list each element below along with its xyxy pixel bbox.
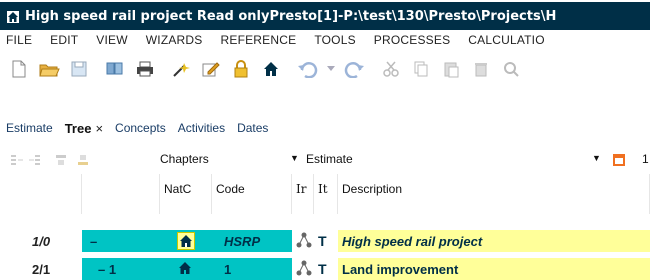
menu-reference[interactable]: REFERENCE (221, 33, 297, 47)
menu-edit[interactable]: EDIT (50, 33, 78, 47)
row-number: 2/1 (32, 261, 51, 277)
app-house-icon (6, 9, 20, 23)
row-natc (160, 258, 212, 280)
number-column-header (0, 174, 82, 214)
row-level: – 1 (82, 258, 160, 280)
menu-tools[interactable]: TOOLS (314, 33, 355, 47)
print-icon[interactable] (134, 58, 156, 80)
row-code: 1 (212, 258, 292, 280)
menu-bar: FILE EDIT VIEW WIZARDS REFERENCE TOOLS P… (0, 30, 650, 50)
it-column-header[interactable]: It (314, 174, 338, 214)
chapters-filter[interactable]: Chapters (160, 152, 209, 166)
house-icon (177, 232, 195, 250)
menu-calculations[interactable]: CALCULATIO (468, 33, 544, 47)
copy-icon[interactable] (410, 58, 432, 80)
level-down-icon[interactable] (76, 153, 90, 167)
expand-levels-icon[interactable] (10, 153, 24, 167)
row-it: T (318, 261, 327, 277)
cut-icon[interactable] (380, 58, 402, 80)
ir-column-header[interactable]: Ir (292, 174, 314, 214)
row-it: T (318, 233, 327, 249)
dropdown-arrow-icon[interactable] (326, 58, 336, 80)
house-icon[interactable] (260, 58, 282, 80)
table-row[interactable]: 2/1 – 1 1 T Land improvement (0, 258, 650, 280)
new-document-icon[interactable] (8, 58, 30, 80)
row-natc (160, 230, 212, 252)
tab-tree-label: Tree (64, 120, 92, 136)
row-code: HSRP (212, 230, 292, 252)
tab-dates[interactable]: Dates (237, 121, 268, 135)
chevron-down-icon[interactable]: ▼ (290, 153, 299, 163)
save-icon[interactable] (68, 58, 90, 80)
table-row[interactable]: 1/0 – HSRP T High speed rail project (0, 230, 650, 252)
title-bar: High speed rail project Read onlyPresto[… (0, 0, 650, 30)
filter-fragment: 1 (642, 152, 649, 166)
row-ir (292, 258, 314, 280)
copy-window-icon[interactable] (104, 58, 126, 80)
calendar-icon[interactable] (612, 153, 626, 167)
view-tabs: Estimate Tree × Concepts Activities Dates (0, 118, 650, 138)
tab-estimate[interactable]: Estimate (6, 121, 53, 135)
tab-tree[interactable]: Tree × (65, 121, 103, 136)
level-column-header (82, 174, 160, 214)
level-up-icon[interactable] (54, 153, 68, 167)
tab-activities[interactable]: Activities (178, 121, 225, 135)
row-number: 1/0 (32, 233, 51, 249)
delete-icon[interactable] (470, 58, 492, 80)
wizard-icon[interactable] (170, 58, 192, 80)
menu-wizards[interactable]: WIZARDS (146, 33, 203, 47)
natc-column-header[interactable]: NatC (160, 174, 212, 214)
menu-file[interactable]: FILE (6, 33, 32, 47)
tab-concepts[interactable]: Concepts (115, 121, 166, 135)
estimate-filter[interactable]: Estimate (306, 152, 353, 166)
collapse-levels-icon[interactable] (28, 153, 42, 167)
lock-icon[interactable] (230, 58, 252, 80)
open-folder-icon[interactable] (38, 58, 60, 80)
row-description: High speed rail project (338, 230, 650, 252)
description-column-header[interactable]: Description (338, 174, 650, 214)
paste-icon[interactable] (440, 58, 462, 80)
close-tab-icon[interactable]: × (95, 121, 103, 136)
row-description: Land improvement (338, 258, 650, 280)
tree-node-icon (296, 260, 312, 279)
search-icon[interactable] (500, 58, 522, 80)
house-icon (179, 262, 193, 276)
tree-grid: NatC Code Ir It Description 1/0 – HSRP T… (0, 174, 650, 280)
window-title: High speed rail project Read onlyPresto[… (25, 8, 557, 24)
menu-processes[interactable]: PROCESSES (374, 33, 451, 47)
tree-filter-bar: Chapters ▼ Estimate ▼ 1 (0, 150, 650, 170)
menu-view[interactable]: VIEW (96, 33, 127, 47)
row-ir (292, 230, 314, 252)
row-level: – (82, 230, 160, 252)
redo-icon[interactable] (344, 58, 366, 80)
edit-document-icon[interactable] (200, 58, 222, 80)
undo-icon[interactable] (296, 58, 318, 80)
chevron-down-icon[interactable]: ▼ (592, 153, 601, 163)
code-column-header[interactable]: Code (212, 174, 292, 214)
toolbar (0, 52, 650, 86)
tree-node-icon (296, 232, 312, 251)
